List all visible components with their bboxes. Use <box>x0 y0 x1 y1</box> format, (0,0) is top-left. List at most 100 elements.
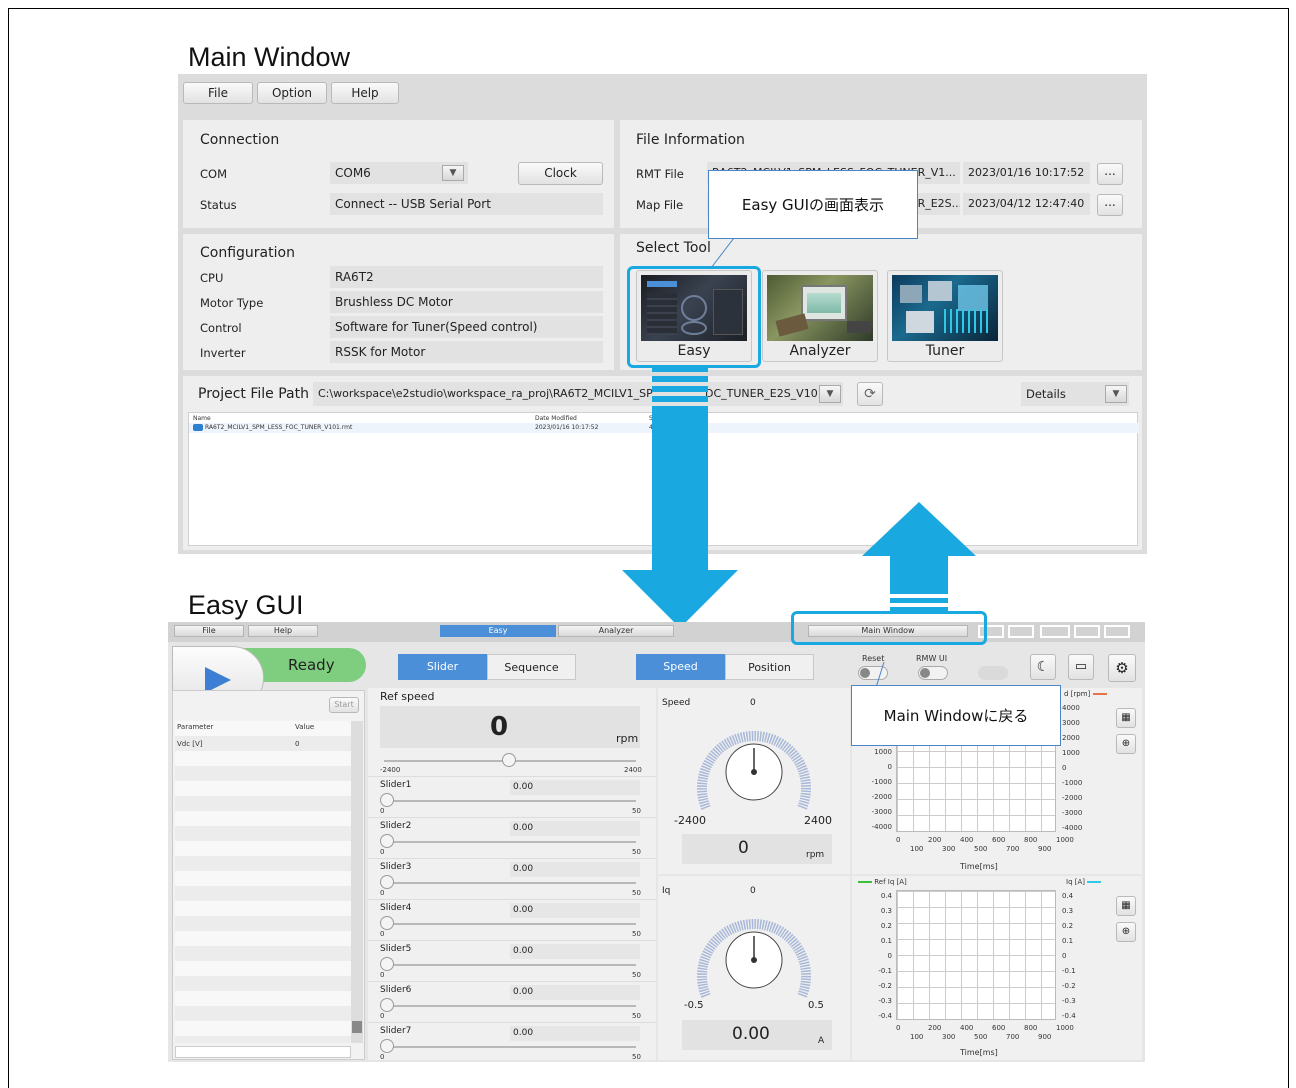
start-button[interactable]: Start <box>329 697 359 713</box>
slider-track[interactable] <box>384 1046 636 1048</box>
rmw-ui-toggle[interactable] <box>918 666 948 680</box>
param-hscrollbar[interactable] <box>175 1046 351 1058</box>
motor-type-value: Brushless DC Motor <box>330 291 603 313</box>
ref-speed-unit: rpm <box>616 732 639 745</box>
tool-analyzer[interactable]: Analyzer <box>762 270 878 362</box>
speed-y-tick: 0 <box>887 763 892 771</box>
slider-track[interactable] <box>384 800 636 802</box>
slider-value[interactable]: 0.00 <box>510 1026 640 1041</box>
x-tick: 900 <box>1038 845 1052 853</box>
slider-max: 50 <box>632 848 641 856</box>
iq-gauge-value: 0.00 <box>732 1024 770 1044</box>
rmt-file-label: RMT File <box>636 167 684 181</box>
ref-speed-min: -2400 <box>380 766 401 774</box>
chevron-down-icon[interactable]: ▼ <box>442 165 464 181</box>
param-vdc-value[interactable]: 0 <box>295 740 299 748</box>
map-browse-button[interactable]: ... <box>1097 194 1123 216</box>
slider-6: Slider6 0.00 0 50 <box>368 981 656 1021</box>
details-select[interactable]: Details ▼ <box>1021 382 1129 406</box>
slider-track[interactable] <box>384 841 636 843</box>
speed-chart-zoom-button[interactable]: ⊕ <box>1116 734 1136 754</box>
callout-back: Main Windowに戻る <box>851 685 1061 746</box>
slider-value[interactable]: 0.00 <box>510 944 640 959</box>
extra-toggle[interactable] <box>978 666 1008 680</box>
chevron-down-icon[interactable]: ▼ <box>819 385 841 403</box>
layout-columns-icon[interactable] <box>1074 625 1100 638</box>
slider-track[interactable] <box>384 964 636 966</box>
x-tick: 0 <box>896 836 901 844</box>
refresh-button[interactable]: ⟳ <box>857 382 883 406</box>
tab-easy[interactable]: Easy <box>440 625 556 637</box>
manual-button[interactable]: ▭ <box>1068 654 1094 680</box>
configuration-panel: Configuration CPU RA6T2 Motor Type Brush… <box>183 234 614 370</box>
slider-track[interactable] <box>384 882 636 884</box>
slider-knob[interactable] <box>380 834 394 848</box>
speed-gauge-unit: rpm <box>806 850 825 860</box>
slider-3: Slider3 0.00 0 50 <box>368 858 656 898</box>
slider-value[interactable]: 0.00 <box>510 780 640 795</box>
slider-knob[interactable] <box>380 916 394 930</box>
speed-chart-grid-button[interactable]: ▦ <box>1116 708 1136 728</box>
iq-gauge-max: 0.5 <box>808 1000 824 1011</box>
slider-knob[interactable] <box>380 998 394 1012</box>
slider-knob[interactable] <box>380 1039 394 1053</box>
select-tool-title: Select Tool <box>636 240 711 256</box>
slider-name: Slider6 <box>380 985 412 995</box>
x-tick: 700 <box>1006 1033 1020 1041</box>
iq-chart-xlabel: Time[ms] <box>960 1048 998 1057</box>
control-position[interactable]: Position <box>725 654 814 680</box>
iq-y-tick: 0 <box>887 952 892 960</box>
menu-file[interactable]: File <box>183 82 253 104</box>
slider-min: 0 <box>380 889 385 897</box>
menu-help[interactable]: Help <box>331 82 399 104</box>
mode-slider[interactable]: Slider <box>398 654 487 680</box>
clock-button[interactable]: Clock <box>518 162 603 185</box>
rmt-browse-button[interactable]: ... <box>1097 163 1123 185</box>
slider-knob[interactable] <box>380 793 394 807</box>
param-scrollbar[interactable] <box>351 721 363 1043</box>
analyzer-thumbnail <box>767 275 873 341</box>
slider-value[interactable]: 0.00 <box>510 985 640 1000</box>
iq-chart-zoom-button[interactable]: ⊕ <box>1116 922 1136 942</box>
theme-button[interactable]: ☾ <box>1030 654 1056 680</box>
grid-icon: ▦ <box>1121 712 1131 723</box>
layout-float-icon[interactable] <box>1104 625 1130 638</box>
iq-y2-tick: 0 <box>1062 952 1067 960</box>
iq-gauge-label: Iq <box>662 886 671 896</box>
project-path-input[interactable]: C:\workspace\e2studio\workspace_ra_proj\… <box>313 382 843 406</box>
slider-min: 0 <box>380 971 385 979</box>
details-value: Details <box>1026 387 1066 401</box>
speed-gauge-dial <box>697 731 811 810</box>
layout-cascade-icon[interactable] <box>1008 625 1034 638</box>
zoom-icon: ⊕ <box>1121 738 1131 749</box>
ref-speed-label: Ref speed <box>380 690 435 703</box>
slider-value[interactable]: 0.00 <box>510 821 640 836</box>
slider-knob[interactable] <box>380 875 394 889</box>
layout-rows-icon[interactable] <box>1040 625 1070 638</box>
tab-analyzer[interactable]: Analyzer <box>558 625 674 637</box>
slider-value[interactable]: 0.00 <box>510 862 640 877</box>
cpu-value: RA6T2 <box>330 266 603 288</box>
x-tick: 1000 <box>1056 1024 1074 1032</box>
mode-sequence[interactable]: Sequence <box>487 654 576 680</box>
slider-track[interactable] <box>384 923 636 925</box>
chevron-down-icon[interactable]: ▼ <box>1105 385 1127 403</box>
ref-speed-knob[interactable] <box>502 753 516 767</box>
settings-button[interactable]: ⚙ <box>1108 654 1136 682</box>
slider-track[interactable] <box>384 1005 636 1007</box>
easy-highlight <box>627 266 761 368</box>
slider-knob[interactable] <box>380 957 394 971</box>
iq-chart-grid-button[interactable]: ▦ <box>1116 896 1136 916</box>
speed-chart-xlabel: Time[ms] <box>960 862 998 871</box>
iq-gauge-top: 0 <box>750 886 756 896</box>
com-select[interactable]: COM6 ▼ <box>330 162 468 184</box>
slider-name: Slider4 <box>380 903 412 913</box>
easy-menu-file[interactable]: File <box>174 625 244 637</box>
easy-menu-help[interactable]: Help <box>248 625 318 637</box>
slider-value[interactable]: 0.00 <box>510 903 640 918</box>
menu-option[interactable]: Option <box>257 82 327 104</box>
iq-chart-legend-ref: Ref Iq [A] <box>858 878 907 886</box>
tool-tuner[interactable]: Tuner <box>887 270 1003 362</box>
slider-2: Slider2 0.00 0 50 <box>368 817 656 857</box>
control-speed[interactable]: Speed <box>636 654 725 680</box>
